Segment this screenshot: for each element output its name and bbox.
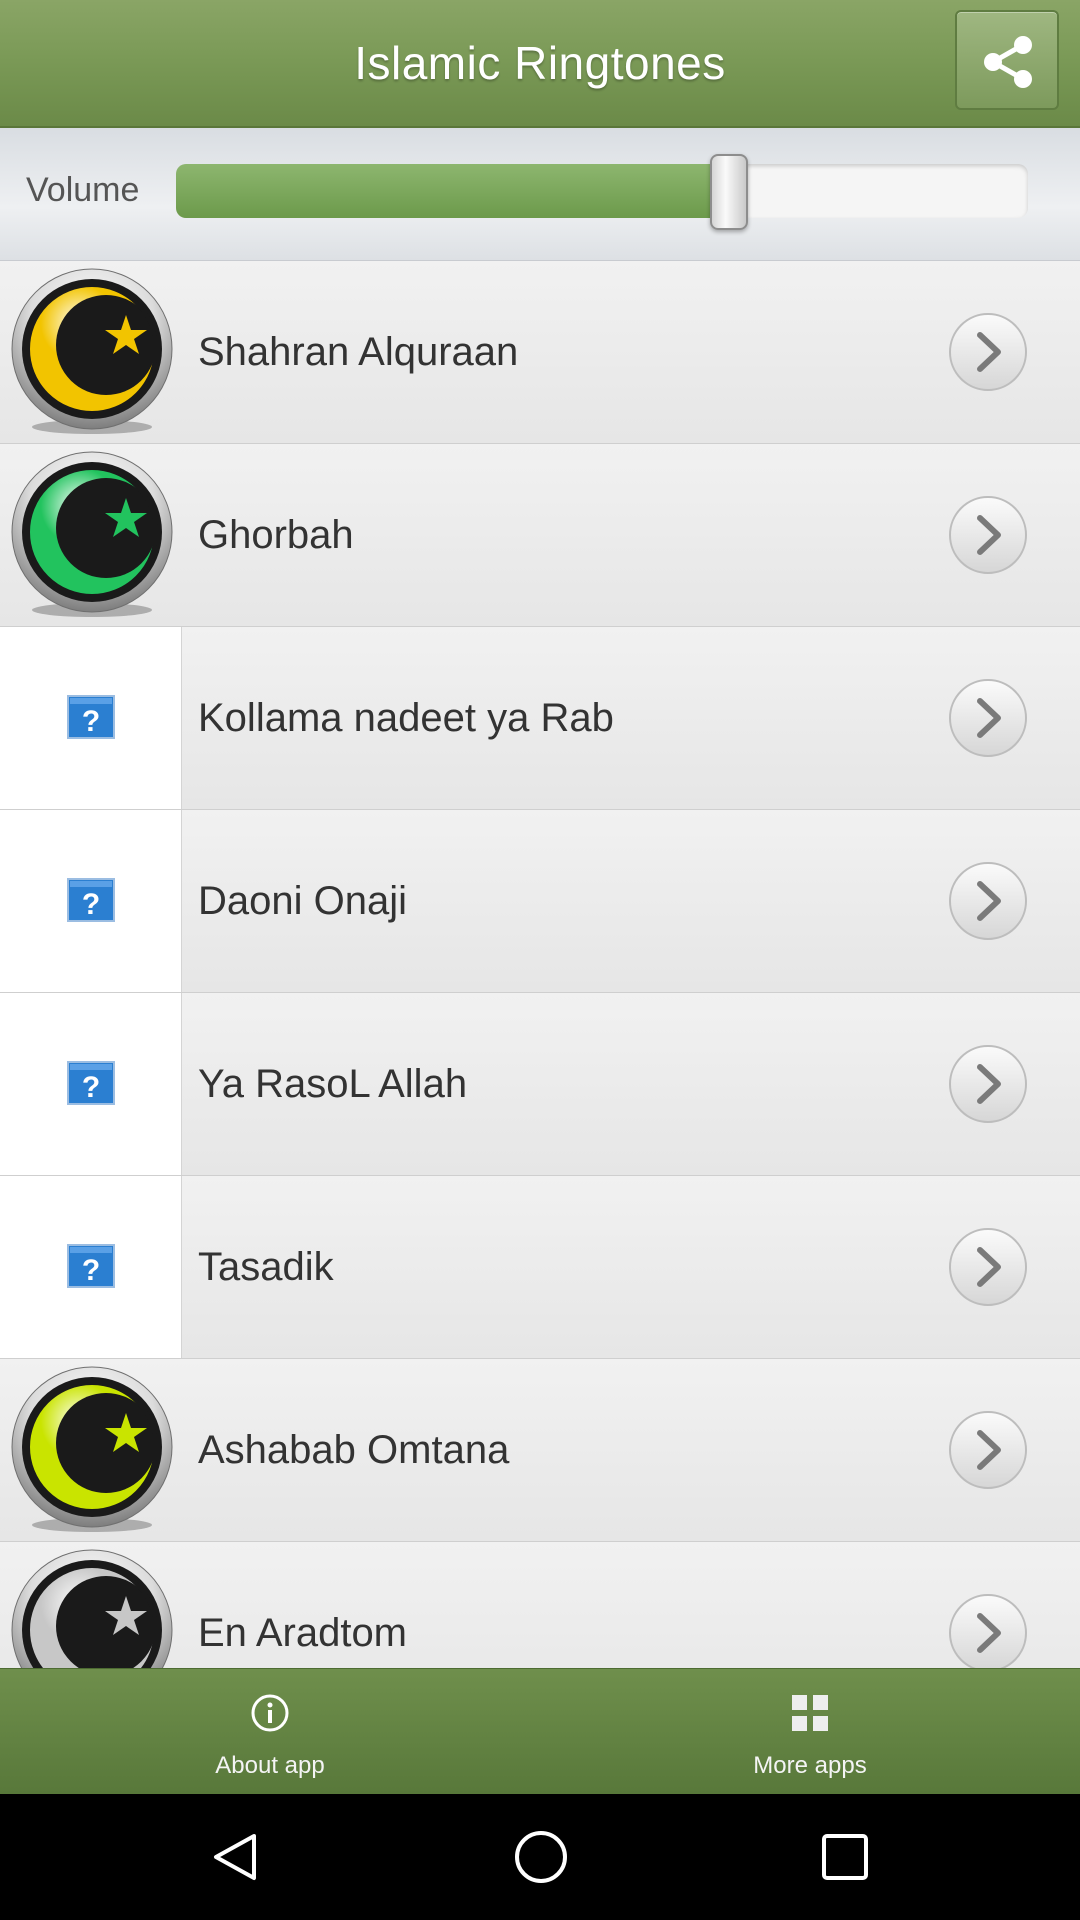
ringtone-row[interactable]: ? Tasadik [0,1176,1080,1359]
unknown-file-icon: ? [67,1244,115,1288]
ringtone-name: Kollama nadeet ya Rab [198,696,614,740]
chevron-right-icon [949,496,1027,574]
ringtone-name: Ghorbah [198,513,354,557]
chevron-right-icon [949,1228,1027,1306]
grid-icon [792,1695,828,1731]
ringtone-row[interactable]: ? Ya RasoL Allah [0,993,1080,1176]
more-apps-label: More apps [753,1752,867,1779]
ringtone-list: Shahran Alquraan Ghorbah ? Kollama nadee… [0,261,1080,1668]
svg-text:?: ? [82,705,100,738]
ringtone-row[interactable]: ? Daoni Onaji [0,810,1080,993]
ringtone-row[interactable]: En Aradtom [0,1542,1080,1668]
unknown-file-icon: ? [67,878,115,922]
app-screen: Islamic Ringtones Volume Shahran Alquraa… [0,0,1080,1920]
chevron-right-icon [949,862,1027,940]
chevron-right-icon [949,1411,1027,1489]
home-icon[interactable] [512,1828,570,1886]
ringtone-name: Ashabab Omtana [198,1428,510,1472]
ringtone-name: Tasadik [198,1245,334,1289]
volume-slider-track[interactable] [176,164,1028,218]
ringtone-name: Shahran Alquraan [198,330,519,374]
svg-text:?: ? [82,1071,100,1104]
crescent-star-icon [11,1549,173,1668]
app-title: Islamic Ringtones [354,37,726,89]
unknown-file-icon: ? [67,1061,115,1105]
share-button[interactable] [955,10,1059,110]
ringtone-row[interactable]: Shahran Alquraan [0,261,1080,444]
share-icon [984,36,1032,88]
about-app-label: About app [215,1752,325,1779]
info-icon [251,1694,289,1732]
volume-slider-thumb[interactable] [710,154,749,230]
crescent-star-icon [11,451,173,617]
ringtone-row[interactable]: ? Kollama nadeet ya Rab [0,627,1080,810]
ringtone-name: Ya RasoL Allah [198,1062,468,1106]
unknown-file-icon: ? [67,695,115,739]
crescent-star-icon [11,1366,173,1532]
crescent-star-icon [11,268,173,434]
chevron-right-icon [949,313,1027,391]
bottom-bar: About app More apps [0,1668,1080,1795]
ringtone-name: Daoni Onaji [198,879,408,923]
ringtone-row[interactable]: Ashabab Omtana [0,1359,1080,1542]
recents-icon[interactable] [818,1830,872,1884]
volume-slider-fill [176,164,729,218]
volume-label: Volume [26,171,140,209]
about-app-button[interactable]: About app [120,1669,420,1795]
svg-text:?: ? [82,1254,100,1287]
system-nav-bar [0,1794,1080,1920]
chevron-right-icon [949,1594,1027,1668]
volume-bar: Volume [0,128,1080,261]
more-apps-button[interactable]: More apps [660,1669,960,1795]
svg-text:?: ? [82,888,100,921]
back-icon[interactable] [208,1830,262,1884]
chevron-right-icon [949,1045,1027,1123]
ringtone-row[interactable]: Ghorbah [0,444,1080,627]
chevron-right-icon [949,679,1027,757]
ringtone-name: En Aradtom [198,1611,408,1655]
app-header: Islamic Ringtones [0,0,1080,128]
